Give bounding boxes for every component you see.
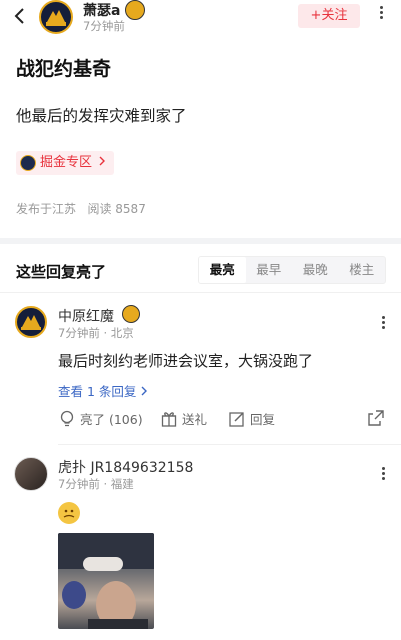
sort-tab-earliest[interactable]: 最早 bbox=[246, 257, 293, 283]
comment-more-icon[interactable] bbox=[377, 465, 389, 485]
chevron-right-icon bbox=[140, 384, 148, 399]
sort-tab-op[interactable]: 楼主 bbox=[339, 257, 386, 283]
lightbulb-icon bbox=[60, 410, 74, 426]
sort-tab-brightest[interactable]: 最亮 bbox=[199, 257, 246, 283]
post-body: 他最后的发挥灾难到家了 bbox=[16, 107, 187, 125]
comment-time: 7分钟前 · 北京 bbox=[58, 326, 134, 340]
zone-link[interactable]: 掘金专区 bbox=[16, 151, 115, 175]
zone-label: 掘金专区 bbox=[40, 155, 93, 170]
divider bbox=[58, 444, 401, 445]
sort-tabs: 最亮 最早 最晚 楼主 bbox=[198, 256, 386, 284]
reply-button[interactable]: 回复 bbox=[228, 409, 275, 428]
gift-icon bbox=[161, 411, 177, 427]
comment-more-icon[interactable] bbox=[377, 314, 389, 334]
author-name[interactable]: 萧瑟a bbox=[83, 0, 120, 20]
back-icon[interactable] bbox=[10, 6, 30, 26]
emoji-icon bbox=[58, 502, 80, 524]
commenter-name[interactable]: 虎扑 JR1849632158 bbox=[58, 457, 193, 477]
team-badge-icon bbox=[122, 305, 140, 323]
comment-text: 最后时刻约老师进会议室，大锅没跑了 bbox=[58, 352, 314, 370]
nuggets-logo-icon bbox=[20, 155, 36, 171]
view-replies-link[interactable]: 查看 1 条回复 bbox=[58, 381, 148, 400]
divider bbox=[0, 292, 401, 293]
like-button[interactable]: 亮了 (106) bbox=[58, 409, 143, 428]
follow-button[interactable]: +关注 bbox=[298, 4, 360, 28]
section-separator bbox=[0, 238, 401, 244]
author-avatar[interactable] bbox=[39, 0, 73, 34]
team-badge-icon bbox=[125, 0, 145, 20]
like-label: 亮了 (106) bbox=[80, 412, 143, 427]
gift-label: 送礼 bbox=[182, 412, 208, 427]
commenter-avatar[interactable] bbox=[15, 306, 47, 338]
commenter-avatar[interactable] bbox=[14, 457, 48, 491]
comment-image[interactable] bbox=[58, 533, 154, 629]
post-location: 发布于江苏 bbox=[16, 202, 77, 216]
reply-label: 回复 bbox=[250, 412, 276, 427]
view-replies-label: 查看 1 条回复 bbox=[58, 384, 137, 399]
post-title: 战犯约基奇 bbox=[16, 58, 112, 80]
sort-tab-latest[interactable]: 最晚 bbox=[292, 257, 339, 283]
share-icon[interactable] bbox=[367, 409, 385, 431]
more-menu-icon[interactable] bbox=[374, 4, 388, 26]
post-meta: 发布于江苏 阅读 8587 bbox=[16, 200, 146, 217]
edit-icon bbox=[229, 411, 244, 427]
comment-time: 7分钟前 · 福建 bbox=[58, 477, 134, 491]
commenter-name[interactable]: 中原红魔 bbox=[58, 306, 114, 326]
replies-section-title: 这些回复亮了 bbox=[16, 263, 107, 281]
read-count: 阅读 8587 bbox=[87, 202, 146, 216]
gift-button[interactable]: 送礼 bbox=[160, 409, 207, 428]
chevron-right-icon bbox=[98, 151, 106, 175]
post-time: 7分钟前 bbox=[83, 19, 125, 33]
